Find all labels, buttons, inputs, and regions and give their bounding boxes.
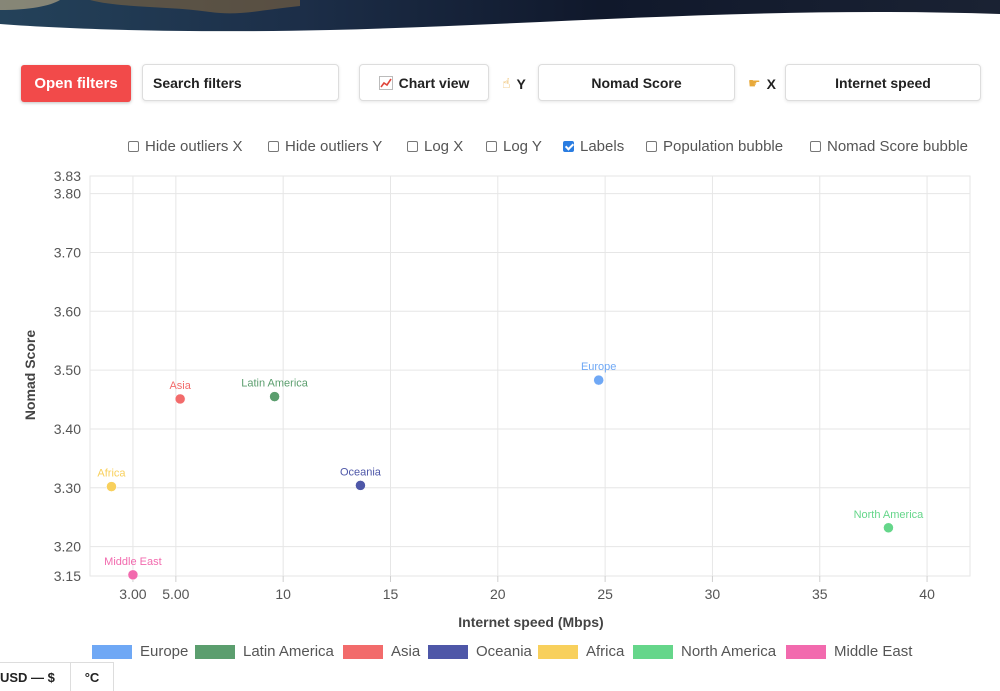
population-bubble-checkbox[interactable] bbox=[646, 141, 657, 152]
population-bubble-option[interactable]: Population bubble bbox=[646, 138, 783, 155]
legend-label: Asia bbox=[391, 643, 421, 660]
legend-swatch bbox=[633, 644, 673, 659]
data-label: Latin America bbox=[241, 378, 309, 390]
open-filters-button[interactable]: Open filters bbox=[21, 65, 131, 102]
log-y-option[interactable]: Log Y bbox=[486, 138, 542, 155]
y-axis-selector-label: ☝ Y bbox=[502, 75, 526, 92]
x-label: X bbox=[766, 75, 776, 92]
data-point[interactable] bbox=[593, 374, 604, 386]
plot-area bbox=[89, 175, 971, 577]
data-label: Africa bbox=[97, 468, 126, 480]
hide-outliers-x-checkbox[interactable] bbox=[128, 141, 139, 152]
legend-item[interactable]: Latin America bbox=[195, 643, 334, 660]
y-axis-title: Nomad Score bbox=[22, 330, 38, 420]
legend-swatch bbox=[195, 644, 235, 659]
pointing-right-hand-icon: ☛ bbox=[748, 75, 761, 91]
x-tick-label: 40 bbox=[919, 586, 935, 602]
hide-outliers-y-checkbox[interactable] bbox=[268, 141, 279, 152]
chart-legend: Europe Latin America Asia Oceania Africa Nort… bbox=[0, 643, 1000, 665]
hide-outliers-x-option[interactable]: Hide outliers X bbox=[128, 138, 243, 155]
x-tick-label: 10 bbox=[275, 586, 291, 602]
y-tick-label: 3.60 bbox=[54, 303, 81, 319]
y-tick-label: 3.40 bbox=[54, 421, 81, 437]
x-tick-label: 35 bbox=[812, 586, 828, 602]
footer-bar: USD — $ °C bbox=[0, 662, 114, 691]
log-x-checkbox[interactable] bbox=[407, 141, 418, 152]
legend-label: Europe bbox=[140, 643, 189, 660]
y-tick-label: 3.20 bbox=[54, 539, 81, 555]
legend-item[interactable]: Europe bbox=[92, 643, 188, 660]
data-point[interactable] bbox=[127, 569, 139, 581]
legend-label: Oceania bbox=[476, 643, 532, 660]
chart-increasing-icon bbox=[378, 75, 393, 90]
pointing-up-hand-icon: ☝ bbox=[502, 75, 511, 91]
data-label: Middle East bbox=[104, 556, 161, 568]
legend-swatch bbox=[343, 644, 383, 659]
log-y-checkbox[interactable] bbox=[486, 141, 497, 152]
labels-checkbox[interactable] bbox=[563, 141, 574, 152]
data-point[interactable] bbox=[355, 480, 366, 491]
chart-view-button[interactable]: Chart view bbox=[359, 64, 489, 101]
y-label: Y bbox=[516, 75, 526, 92]
temperature-unit-selector[interactable]: °C bbox=[71, 663, 113, 691]
legend-label: North America bbox=[681, 643, 777, 660]
legend-item[interactable]: North America bbox=[633, 643, 776, 660]
search-filters-input[interactable]: Search filters bbox=[142, 64, 339, 101]
data-point[interactable] bbox=[269, 391, 280, 402]
x-tick-label: 5.00 bbox=[162, 586, 189, 602]
y-tick-label: 3.80 bbox=[54, 186, 81, 202]
x-tick-label: 30 bbox=[705, 586, 721, 602]
scatter-chart: 3.83 3.80 3.70 3.60 3.50 3.40 3.30 3.20 3.15 3.0… bbox=[22, 168, 971, 630]
log-x-option[interactable]: Log X bbox=[407, 138, 463, 155]
legend-label: Latin America bbox=[243, 643, 334, 660]
data-label: North America bbox=[854, 509, 925, 521]
y-tick-label: 3.15 bbox=[54, 568, 81, 584]
legend-label: Africa bbox=[586, 643, 625, 660]
legend-swatch bbox=[538, 644, 578, 659]
y-tick-label: 3.70 bbox=[54, 244, 81, 260]
data-point[interactable] bbox=[883, 522, 894, 534]
hide-outliers-y-option[interactable]: Hide outliers Y bbox=[268, 138, 382, 155]
legend-swatch bbox=[428, 644, 468, 659]
x-axis-selector-label: ☛ X bbox=[748, 75, 776, 92]
currency-selector[interactable]: USD — $ bbox=[0, 663, 71, 691]
data-point[interactable] bbox=[106, 481, 117, 492]
legend-item[interactable]: Asia bbox=[343, 643, 420, 660]
x-tick-label: 3.00 bbox=[119, 586, 146, 602]
header-banner-image bbox=[0, 0, 1000, 32]
x-tick-label: 25 bbox=[597, 586, 613, 602]
legend-item[interactable]: Oceania bbox=[428, 643, 532, 660]
data-label: Europe bbox=[581, 361, 616, 373]
toolbar: Open filters Search filters Chart view ☝… bbox=[0, 64, 1000, 104]
data-point[interactable] bbox=[174, 393, 186, 405]
legend-swatch bbox=[92, 644, 132, 659]
nomad-score-bubble-option[interactable]: Nomad Score bubble bbox=[810, 138, 968, 155]
nomad-score-bubble-checkbox[interactable] bbox=[810, 141, 821, 152]
legend-item[interactable]: Middle East bbox=[786, 643, 912, 660]
x-tick-label: 15 bbox=[383, 586, 399, 602]
legend-swatch bbox=[786, 644, 826, 659]
data-label: Asia bbox=[169, 380, 191, 392]
x-axis-title: Internet speed (Mbps) bbox=[458, 614, 603, 630]
y-tick-label: 3.83 bbox=[54, 168, 81, 184]
labels-option[interactable]: Labels bbox=[563, 138, 624, 155]
y-axis-select[interactable]: Nomad Score bbox=[538, 64, 735, 101]
legend-item[interactable]: Africa bbox=[538, 643, 624, 660]
data-label: Oceania bbox=[340, 466, 382, 478]
chart-view-label: Chart view bbox=[398, 74, 470, 91]
chart-options: Hide outliers X Hide outliers Y Log X Lo… bbox=[0, 138, 1000, 160]
x-axis-select[interactable]: Internet speed bbox=[785, 64, 981, 101]
x-tick-label: 20 bbox=[490, 586, 506, 602]
legend-label: Middle East bbox=[834, 643, 913, 660]
y-tick-label: 3.50 bbox=[54, 362, 81, 378]
y-tick-label: 3.30 bbox=[54, 480, 81, 496]
